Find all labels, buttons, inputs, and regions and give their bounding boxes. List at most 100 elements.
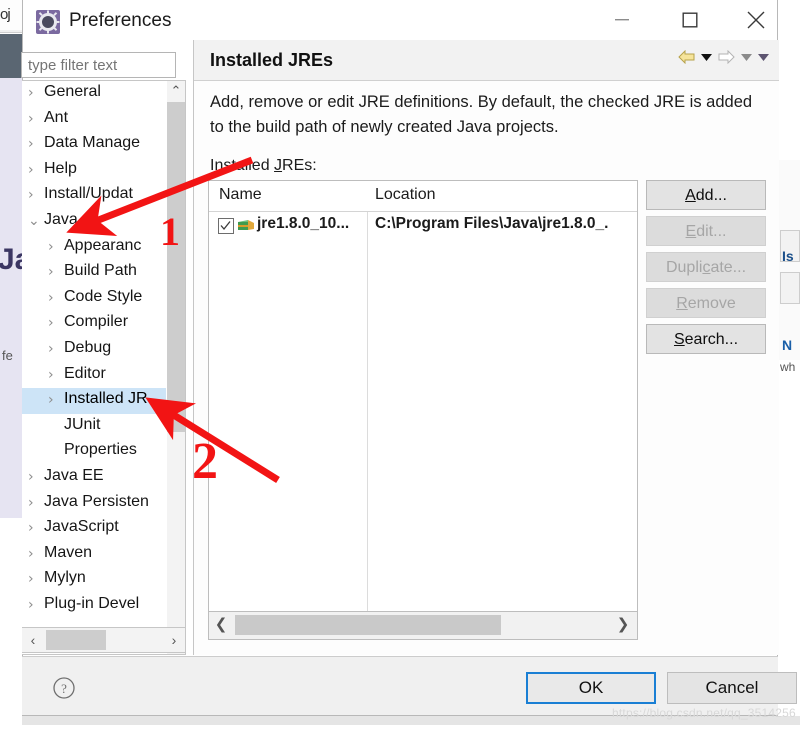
tree-item-debug[interactable]: › Debug bbox=[22, 337, 166, 363]
chevron-right-icon[interactable]: › bbox=[28, 111, 34, 127]
tree-vertical-scrollbar[interactable]: ⌃ ⌄ bbox=[167, 81, 185, 654]
tree-item-ant[interactable]: › Ant bbox=[22, 107, 166, 133]
row-name: jre1.8.0_10... bbox=[257, 215, 350, 232]
tree-item-label: Java Persisten bbox=[44, 492, 149, 510]
tree-item-code-style[interactable]: › Code Style bbox=[22, 286, 166, 312]
tree-item-label: Compiler bbox=[64, 313, 129, 331]
tree-item-javascript[interactable]: › JavaScript bbox=[22, 516, 166, 542]
installed-jres-label: Installed JREs: bbox=[210, 157, 317, 174]
tree-item-label: Installed JR bbox=[64, 390, 148, 408]
tree-horizontal-scroll-thumb[interactable] bbox=[46, 630, 106, 650]
background-project-label: oj bbox=[0, 6, 11, 23]
table-scroll-left-button[interactable]: ❮ bbox=[209, 613, 233, 637]
installed-jres-table[interactable]: Name Location jre1.8.0_10... C:\Program … bbox=[208, 180, 638, 612]
page-header: Installed JREs bbox=[194, 40, 779, 81]
tree-item-label: Java EE bbox=[44, 466, 104, 484]
table-header: Name Location bbox=[209, 181, 637, 212]
column-header-name[interactable]: Name bbox=[219, 186, 262, 204]
tree-item-install-updat[interactable]: › Install/Updat bbox=[22, 183, 166, 209]
minimize-icon[interactable] bbox=[599, 0, 645, 40]
tree-item-label: Build Path bbox=[64, 262, 137, 280]
tree-item-label: General bbox=[44, 83, 101, 100]
chevron-right-icon[interactable]: › bbox=[48, 392, 54, 408]
view-menu-chevron-down-icon[interactable] bbox=[758, 53, 769, 61]
chevron-right-icon[interactable]: › bbox=[48, 290, 54, 306]
jre-icon bbox=[237, 218, 255, 233]
chevron-right-icon[interactable]: › bbox=[48, 367, 54, 383]
jre-action-buttons: Add... Edit... Duplicate... Remove Search... bbox=[646, 180, 766, 360]
background-tab: oj bbox=[0, 0, 23, 30]
chevron-right-icon[interactable]: › bbox=[48, 315, 54, 331]
tree-item-java-persisten[interactable]: › Java Persisten bbox=[22, 491, 166, 517]
tree-item-appearanc[interactable]: › Appearanc bbox=[22, 235, 166, 261]
row-location: C:\Program Files\Java\jre1.8.0_. bbox=[375, 215, 609, 232]
help-question-icon[interactable]: ? bbox=[52, 676, 76, 700]
chevron-right-icon[interactable]: › bbox=[28, 495, 34, 511]
chevron-right-icon[interactable]: › bbox=[48, 341, 54, 357]
tree-item-help[interactable]: › Help bbox=[22, 158, 166, 184]
column-header-location[interactable]: Location bbox=[375, 186, 436, 204]
tree-item-junit[interactable]: JUnit bbox=[22, 414, 166, 440]
chevron-right-icon[interactable]: › bbox=[48, 264, 54, 280]
eclipse-preferences-icon bbox=[35, 9, 61, 35]
chevron-down-icon[interactable]: ⌄ bbox=[28, 213, 40, 229]
tree-item-compiler[interactable]: › Compiler bbox=[22, 311, 166, 337]
chevron-right-icon[interactable]: › bbox=[28, 597, 34, 613]
tree-item-editor[interactable]: › Editor bbox=[22, 363, 166, 389]
tree-item-general[interactable]: › General bbox=[22, 81, 166, 107]
chevron-right-icon[interactable]: › bbox=[28, 187, 34, 203]
column-divider bbox=[367, 181, 368, 611]
filter-input[interactable] bbox=[21, 52, 176, 78]
chevron-right-icon[interactable]: › bbox=[28, 571, 34, 587]
close-icon[interactable] bbox=[733, 0, 779, 40]
tree-item-installed-jr[interactable]: › Installed JR bbox=[22, 388, 166, 414]
tree-item-maven[interactable]: › Maven bbox=[22, 542, 166, 568]
tree-scroll-right-button[interactable]: › bbox=[163, 628, 185, 652]
search-button[interactable]: Search... bbox=[646, 324, 766, 354]
chevron-right-icon[interactable]: › bbox=[48, 239, 54, 255]
back-arrow-icon[interactable] bbox=[678, 50, 695, 64]
tree-scroll-up-button[interactable]: ⌃ bbox=[167, 81, 185, 101]
tree-horizontal-scrollbar[interactable]: ‹ › bbox=[22, 627, 186, 653]
add-button[interactable]: Add... bbox=[646, 180, 766, 210]
row-checkbox[interactable] bbox=[218, 218, 234, 234]
maximize-icon[interactable] bbox=[667, 0, 713, 40]
tree-item-build-path[interactable]: › Build Path bbox=[22, 260, 166, 286]
tree-vertical-scroll-thumb[interactable] bbox=[167, 102, 185, 432]
tree-item-label: Install/Updat bbox=[44, 185, 133, 203]
chevron-right-icon[interactable]: › bbox=[28, 520, 34, 536]
ok-button[interactable]: OK bbox=[526, 672, 656, 704]
chevron-right-icon[interactable]: › bbox=[28, 162, 34, 178]
preferences-tree[interactable]: › General › Ant › Data Manage › Help › Install/Up… bbox=[22, 80, 186, 655]
page-navigation-toolbar[interactable] bbox=[678, 50, 769, 64]
tree-item-mylyn[interactable]: › Mylyn bbox=[22, 567, 166, 593]
tree-item-label: Properties bbox=[64, 441, 137, 459]
tree-item-label: Code Style bbox=[64, 287, 143, 305]
forward-dropdown-chevron-down-icon[interactable] bbox=[741, 53, 752, 61]
tree-scroll-left-button[interactable]: ‹ bbox=[22, 628, 44, 652]
tree-item-data-manage[interactable]: › Data Manage bbox=[22, 132, 166, 158]
forward-arrow-icon[interactable] bbox=[718, 50, 735, 64]
page-title: Installed JREs bbox=[210, 50, 334, 70]
background-right-n-text: N bbox=[782, 337, 793, 353]
chevron-right-icon[interactable]: › bbox=[28, 469, 34, 485]
table-horizontal-scrollbar[interactable]: ❮ ❯ bbox=[208, 612, 638, 640]
tree-item-properties[interactable]: Properties bbox=[22, 439, 166, 465]
preference-page: Installed JREs Add, remove or edit JRE d… bbox=[193, 40, 779, 655]
dialog-title: Preferences bbox=[69, 10, 172, 31]
cancel-button[interactable]: Cancel bbox=[667, 672, 797, 704]
chevron-right-icon[interactable]: › bbox=[28, 136, 34, 152]
tree-item-java[interactable]: ⌄ Java bbox=[22, 209, 166, 235]
chevron-right-icon[interactable]: › bbox=[28, 546, 34, 562]
chevron-right-icon[interactable]: › bbox=[28, 85, 34, 101]
table-horizontal-scroll-thumb[interactable] bbox=[235, 615, 501, 635]
table-scroll-right-button[interactable]: ❯ bbox=[611, 613, 635, 637]
tree-item-plug-in-devel[interactable]: › Plug-in Devel bbox=[22, 593, 166, 619]
tree-item-java-ee[interactable]: › Java EE bbox=[22, 465, 166, 491]
table-row[interactable]: jre1.8.0_10... C:\Program Files\Java\jre… bbox=[209, 212, 637, 240]
tree-item-label: Help bbox=[44, 159, 77, 177]
tree-item-label: JUnit bbox=[64, 415, 101, 433]
tree-item-label: Maven bbox=[44, 543, 93, 561]
back-dropdown-chevron-down-icon[interactable] bbox=[701, 53, 712, 61]
preferences-tree-list: › General › Ant › Data Manage › Help › Install/Up… bbox=[22, 81, 166, 618]
